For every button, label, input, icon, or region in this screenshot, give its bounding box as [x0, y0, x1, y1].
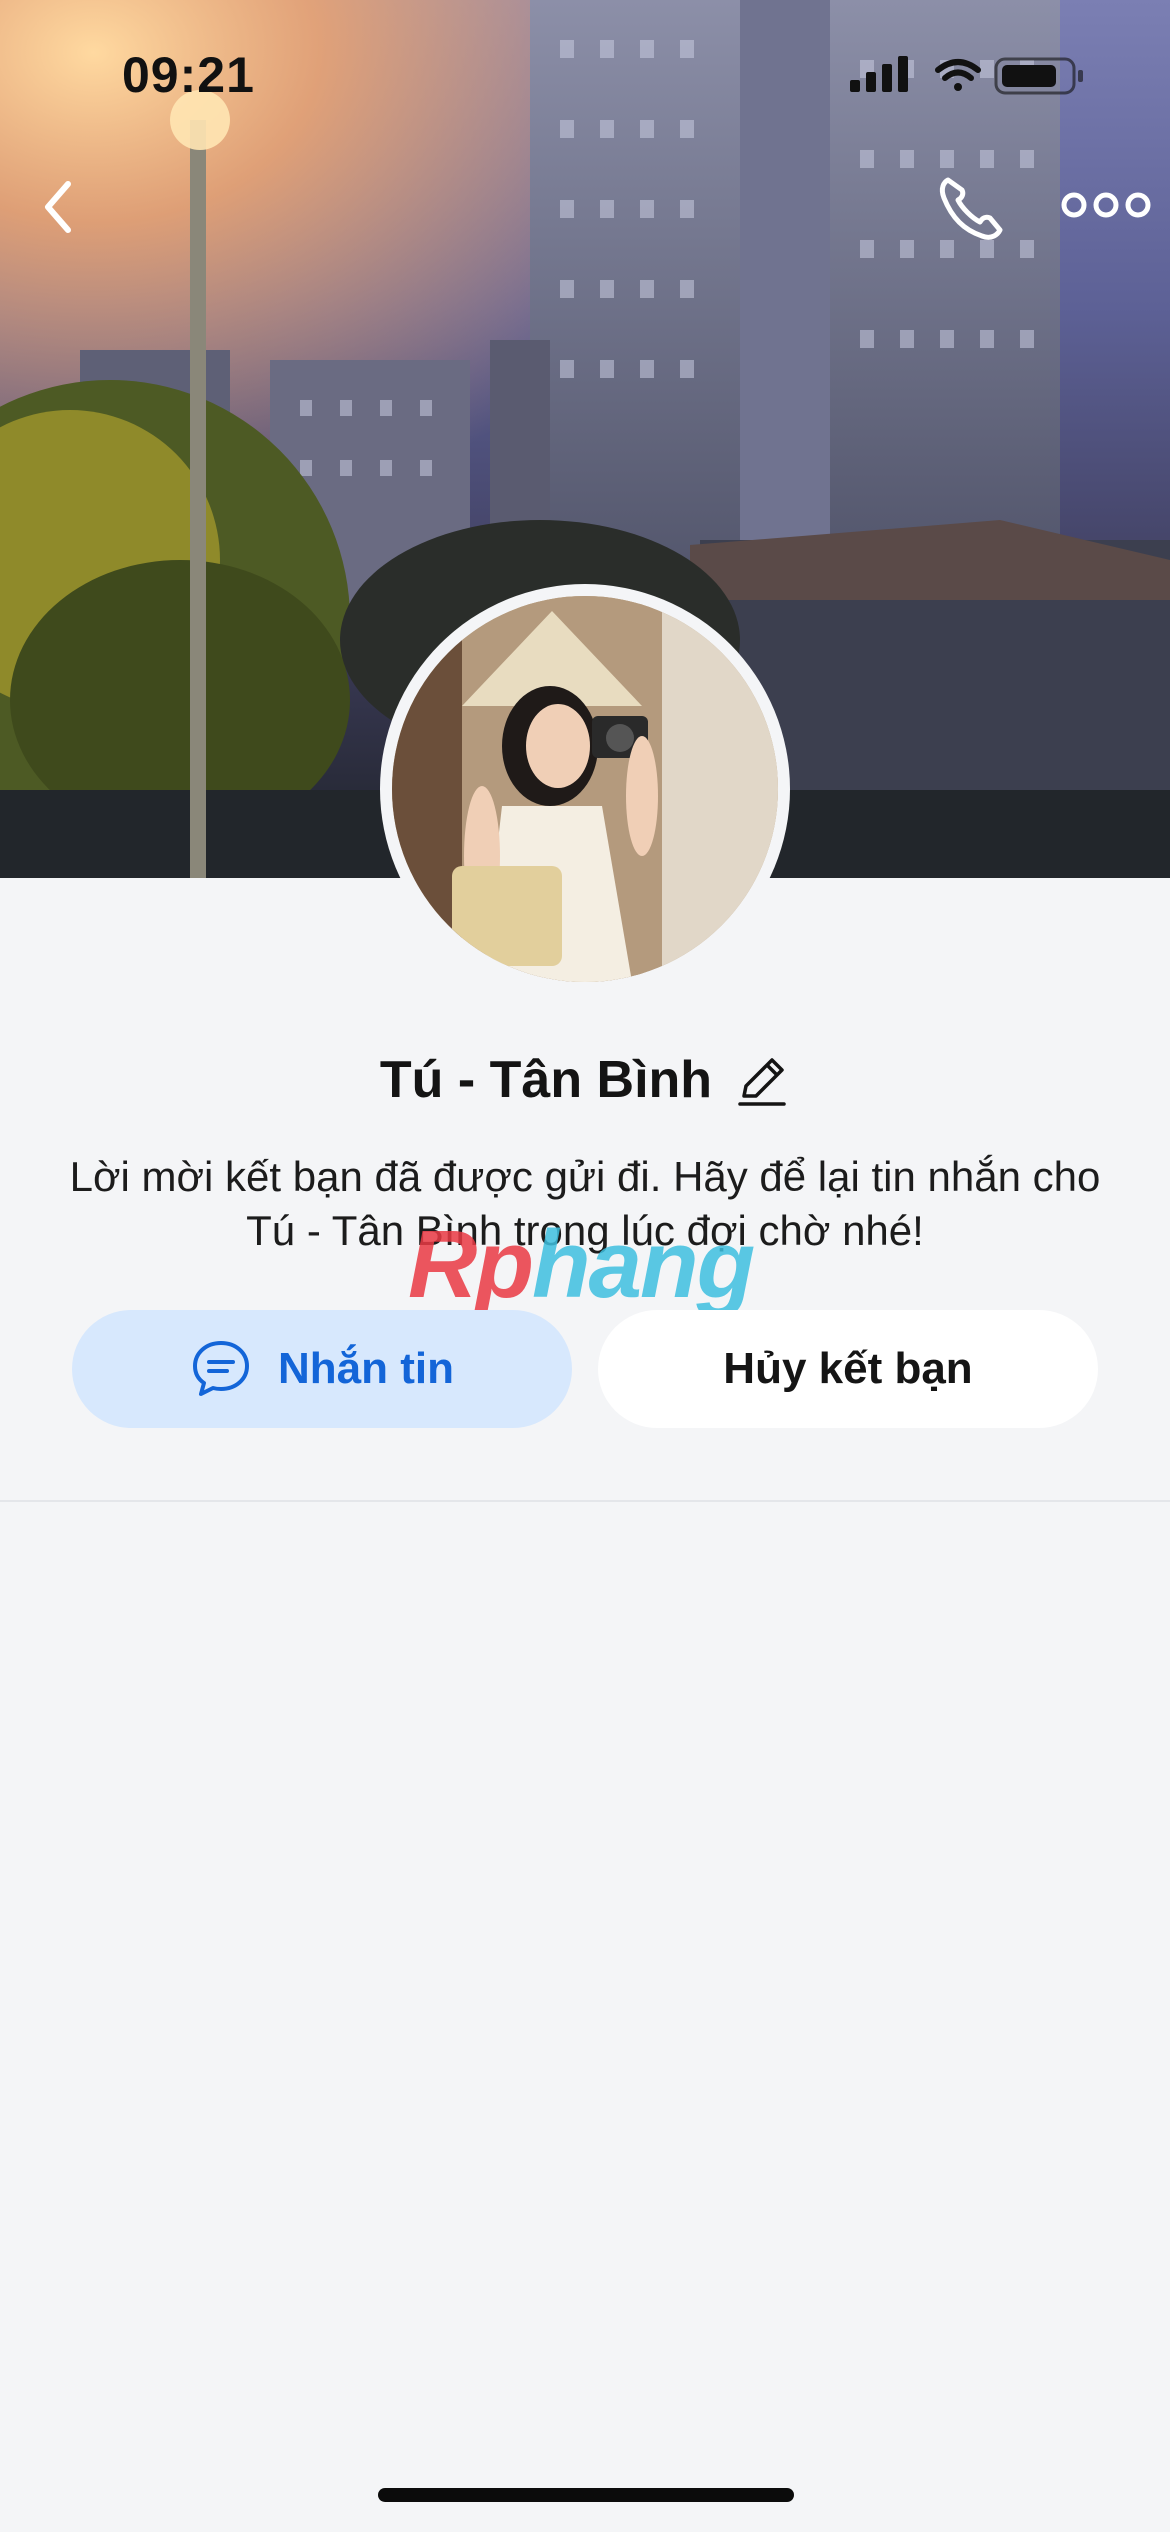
watermark-tail: hang — [531, 1211, 755, 1318]
status-time: 09:21 — [122, 47, 255, 103]
back-button[interactable] — [36, 172, 116, 242]
avatar-photo — [392, 596, 778, 982]
watermark-logo: Rphang — [408, 1210, 755, 1320]
cancel-button-label: Hủy kết bạn — [723, 1344, 973, 1393]
battery-icon — [994, 57, 1083, 95]
more-horizontal-icon — [1061, 192, 1151, 218]
more-button[interactable] — [1060, 180, 1152, 230]
cancel-friend-request-button[interactable]: Hủy kết bạn — [598, 1310, 1098, 1428]
status-icons — [850, 56, 1083, 95]
chat-bubble-icon — [193, 1341, 249, 1396]
message-button[interactable]: Nhắn tin — [72, 1310, 572, 1428]
home-indicator[interactable] — [378, 2488, 794, 2502]
avatar[interactable] — [380, 584, 790, 994]
phone-icon — [939, 177, 1003, 240]
chevron-left-icon — [45, 181, 71, 233]
call-button[interactable] — [930, 168, 1010, 248]
watermark-head: Rp — [408, 1211, 534, 1318]
profile-name-row: Tú - Tân Bình — [0, 1040, 1170, 1120]
signal-icon — [850, 56, 908, 92]
profile-name: Tú - Tân Bình — [379, 1051, 713, 1109]
message-button-label: Nhắn tin — [278, 1344, 454, 1393]
wifi-icon — [935, 59, 981, 91]
pencil-icon[interactable] — [734, 1052, 790, 1108]
section-divider — [0, 1500, 1170, 1502]
